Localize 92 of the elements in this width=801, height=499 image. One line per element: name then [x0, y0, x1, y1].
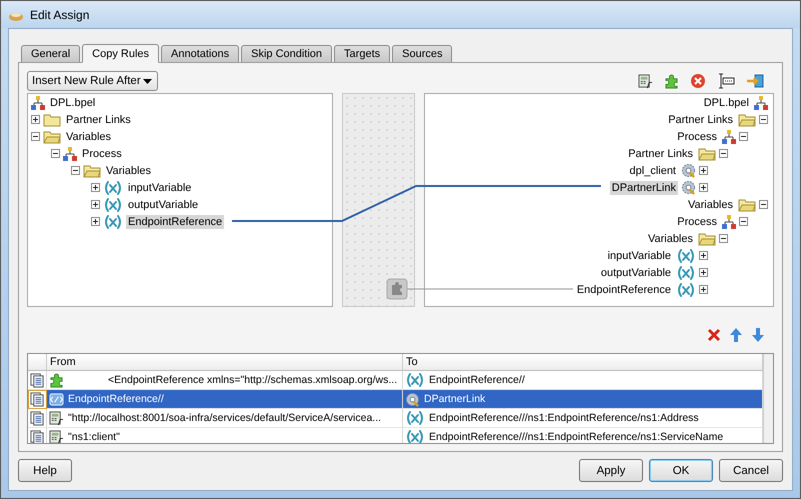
dialog-button[interactable]: OK: [649, 459, 713, 482]
open-folder-icon: [698, 146, 716, 160]
delete-icon[interactable]: [690, 73, 706, 89]
tree-item[interactable]: DPL.bpel: [48, 96, 98, 110]
hierarchy-icon: [722, 130, 736, 144]
column-header[interactable]: From: [47, 354, 403, 371]
variable-icon: [676, 266, 696, 280]
expand-toggle[interactable]: [91, 217, 100, 226]
copy-icon: [30, 392, 44, 406]
collapse-toggle[interactable]: [51, 149, 60, 158]
variable-icon: [676, 282, 696, 296]
tree-item[interactable]: Variables: [64, 130, 114, 144]
copy-icon: [30, 372, 44, 388]
expand-toggle[interactable]: [699, 285, 708, 294]
tab[interactable]: General: [21, 45, 80, 62]
variable-icon: [103, 198, 123, 212]
collapse-toggle[interactable]: [739, 217, 748, 226]
collapse-toggle[interactable]: [759, 200, 768, 209]
up-arrow-icon[interactable]: [728, 327, 744, 343]
tab[interactable]: Copy Rules: [82, 44, 159, 63]
tree-item[interactable]: inputVariable: [126, 180, 194, 194]
tree-item[interactable]: EndpointReference: [126, 214, 224, 228]
tree-item[interactable]: Partner Links: [64, 112, 133, 126]
tree-item[interactable]: Process: [675, 214, 719, 228]
collapse-toggle[interactable]: [31, 132, 40, 141]
tree-item[interactable]: Variables: [686, 198, 735, 212]
delete-icon[interactable]: [706, 327, 722, 343]
tree-item[interactable]: Partner Links: [626, 146, 695, 160]
open-folder-icon: [43, 130, 61, 144]
hierarchy-icon: [722, 214, 736, 228]
table-cell[interactable]: <EndpointReference xmlns="http://schemas.xmlsoap.org/ws...: [47, 371, 403, 390]
tab[interactable]: Targets: [334, 45, 390, 62]
open-folder-icon: [698, 232, 716, 246]
text-cursor-icon[interactable]: [717, 73, 735, 89]
collapse-toggle[interactable]: [719, 149, 728, 158]
expression-icon: [638, 74, 653, 88]
collapse-toggle[interactable]: [739, 132, 748, 141]
tree-item[interactable]: outputVariable: [598, 266, 673, 280]
expand-toggle[interactable]: [91, 200, 100, 209]
collapse-toggle[interactable]: [719, 234, 728, 243]
expand-toggle[interactable]: [699, 183, 708, 192]
tab[interactable]: Skip Condition: [241, 45, 332, 62]
tree-item[interactable]: dpl_client: [628, 164, 678, 178]
table-cell[interactable]: EndpointReference//: [403, 371, 763, 390]
import-icon[interactable]: [746, 73, 764, 89]
gear-icon: [681, 163, 696, 178]
table-cell[interactable]: EndpointReference///ns1:EndpointReference/ns1:Address: [403, 409, 763, 428]
puzzle-icon: [664, 74, 679, 88]
insert-mode-dropdown[interactable]: Insert New Rule After: [27, 71, 158, 91]
tree-item[interactable]: DPL.bpel: [702, 96, 751, 110]
tree-item[interactable]: Partner Links: [666, 112, 735, 126]
open-folder-icon: [83, 164, 101, 178]
hierarchy-icon: [63, 146, 77, 160]
tree-item[interactable]: EndpointReference: [574, 282, 673, 296]
tab[interactable]: Annotations: [161, 45, 240, 62]
expand-toggle[interactable]: [699, 268, 708, 277]
tree-item[interactable]: DPartnerLink: [610, 180, 678, 194]
down-arrow-icon[interactable]: [750, 327, 766, 343]
collapse-toggle[interactable]: [759, 115, 768, 124]
puzzle-icon: [386, 278, 408, 300]
caret-icon: [143, 78, 152, 84]
table-cell[interactable]: DPartnerLink: [403, 390, 763, 409]
tree-item[interactable]: Process: [675, 130, 719, 144]
expand-toggle[interactable]: [699, 251, 708, 260]
tree-item[interactable]: outputVariable: [126, 198, 200, 212]
tree-item[interactable]: inputVariable: [606, 248, 673, 262]
tree-item[interactable]: Process: [80, 146, 124, 160]
open-folder-icon: [738, 198, 756, 212]
table-cell[interactable]: EndpointReference//: [47, 390, 403, 409]
tab[interactable]: Sources: [392, 45, 452, 62]
window-title: Edit Assign: [30, 8, 90, 22]
expand-toggle[interactable]: [31, 115, 40, 124]
table-cell[interactable]: "ns1:client": [47, 428, 403, 443]
hierarchy-icon: [31, 96, 45, 110]
dialog-button[interactable]: Apply: [579, 459, 643, 482]
tree-item[interactable]: Variables: [646, 232, 695, 246]
open-folder-icon: [738, 112, 756, 126]
column-header[interactable]: To: [403, 354, 763, 371]
expand-toggle[interactable]: [699, 166, 708, 175]
expand-toggle[interactable]: [91, 183, 100, 192]
folder-icon: [43, 112, 61, 126]
collapse-toggle[interactable]: [71, 166, 80, 175]
variable-icon: [103, 214, 123, 228]
copy-icon: [30, 410, 44, 426]
dialog-button[interactable]: Cancel: [719, 459, 783, 482]
tree-item[interactable]: Variables: [104, 164, 154, 178]
gear-icon: [681, 180, 696, 195]
variable-icon: [103, 180, 123, 194]
table-cell[interactable]: "http://localhost:8001/soa-infra/services/default/ServiceA/servicea...: [47, 409, 403, 428]
help-button[interactable]: Help: [18, 459, 72, 482]
variable-icon: [676, 248, 696, 262]
hierarchy-icon: [754, 96, 768, 110]
